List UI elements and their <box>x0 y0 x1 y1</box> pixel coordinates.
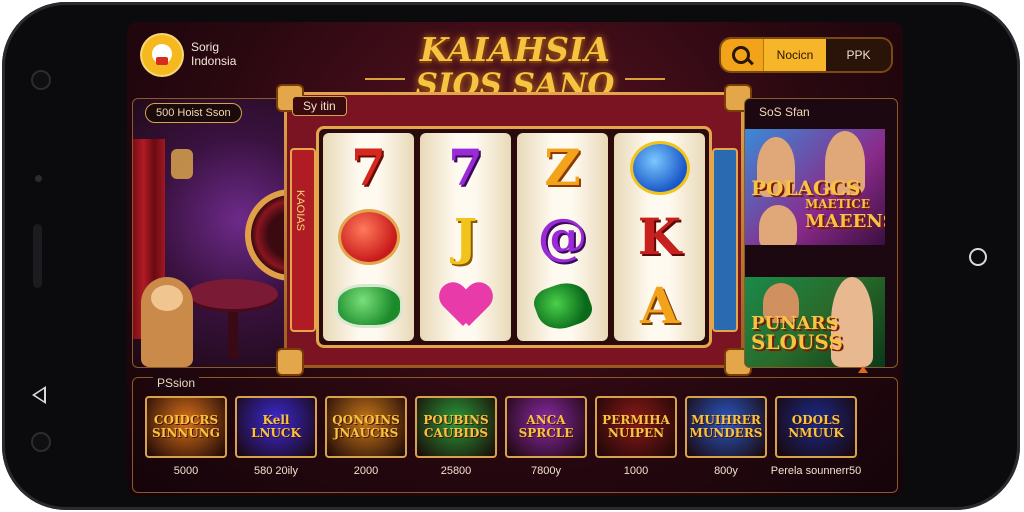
search-button[interactable]: PPK <box>826 39 891 71</box>
game-thumbnail[interactable]: MUIHRER MUNDERS <box>685 396 767 458</box>
monkey-mascot-icon <box>141 277 193 367</box>
slot-reel: 7 <box>323 133 414 341</box>
slot-reel: 7J <box>420 133 511 341</box>
title-flourish-right <box>625 78 665 80</box>
promo-1-line-2: MAETICE <box>805 197 870 211</box>
gem-red-symbol-icon <box>333 206 405 268</box>
reel-symbol: K <box>637 206 682 266</box>
corner-ornament-icon <box>278 350 302 374</box>
casino-scene-panel[interactable]: 500 Hoist Sson <box>132 98 286 368</box>
phone-frame: Sorig Indonsia KAIAHSIA SIOS SANO Nocicn… <box>2 2 1020 510</box>
games-list: COIDCRS SINNUNG 5000 Kell LNUCK 580 20ily QO… <box>145 396 861 477</box>
game-thumbnail[interactable]: PERMIHA NUIPEN <box>595 396 677 458</box>
heart-symbol-icon <box>430 275 502 337</box>
brand-line-1: Sorig <box>191 40 220 54</box>
gem-blue-symbol-icon <box>624 137 696 199</box>
heart-icon <box>441 284 491 328</box>
game-thumbnail[interactable]: Kell LNUCK <box>235 396 317 458</box>
gem-red-icon <box>340 211 397 262</box>
game-card[interactable]: QONOINS JNAUCRS 2000 <box>325 396 407 477</box>
promo-1-line-3: MAEENS <box>805 211 885 232</box>
volume-button[interactable] <box>33 224 42 288</box>
scroll-up-icon[interactable] <box>858 366 868 373</box>
reels-window[interactable]: 7 7 J Z @ K A <box>316 126 712 348</box>
search-bar[interactable]: Nocicn PPK <box>721 39 891 71</box>
slot-reel: KA <box>614 133 705 341</box>
search-icon[interactable] <box>721 39 763 71</box>
title-line-1: KAIAHSIA <box>419 30 611 69</box>
games-section-label: PSsion <box>153 376 200 390</box>
game-card[interactable]: ANCA SPRCLE 7800y <box>505 396 587 477</box>
game-thumbnail[interactable]: POUBINS CAUBIDS <box>415 396 497 458</box>
roulette-wheel-icon <box>245 189 285 281</box>
search-input[interactable]: Nocicn <box>763 39 826 71</box>
game-thumbnail[interactable]: ANCA SPRCLE <box>505 396 587 458</box>
table-leg <box>228 304 238 359</box>
reel-symbol: 7 <box>448 137 483 197</box>
promo-panel-title: SoS Sfan <box>759 105 810 119</box>
reel-symbol: A <box>640 276 679 336</box>
game-value: 1000 <box>623 465 649 477</box>
game-card[interactable]: PERMIHA NUIPEN 1000 <box>595 396 677 477</box>
game-thumbnail[interactable]: COIDCRS SINNUNG <box>145 396 227 458</box>
promo-banner-1[interactable]: POLAGCS MAETICE MAEENS <box>745 129 885 245</box>
game-thumbnail[interactable]: ODOLS NMUUK <box>775 396 857 458</box>
back-nav-icon[interactable] <box>32 386 46 404</box>
promo-panel[interactable]: SoS Sfan POLAGCS MAETICE MAEENS PUNARS S… <box>744 98 898 368</box>
game-card[interactable]: Kell LNUCK 580 20ily <box>235 396 317 477</box>
game-value: 2000 <box>353 465 379 477</box>
left-side-strip: KAOIAS <box>290 148 316 332</box>
promo-2-line-2: SLOUSS <box>751 330 843 354</box>
game-card[interactable]: COIDCRS SINNUNG 5000 <box>145 396 227 477</box>
games-section: PSsion COIDCRS SINNUNG 5000 Kell LNUCK 580 … <box>132 376 898 493</box>
gem-blue-icon <box>632 143 687 192</box>
slot-reel: Z @ <box>517 133 608 341</box>
brand-name: Sorig Indonsia <box>191 40 236 68</box>
right-side-strip <box>712 148 738 332</box>
app-screen: Sorig Indonsia KAIAHSIA SIOS SANO Nocicn… <box>127 22 903 496</box>
speaker-icon <box>31 432 51 452</box>
slot-machine[interactable]: Sy itin KAOIAS 7 7 J Z @ K A <box>278 86 750 374</box>
brand-line-2: Indonsia <box>191 54 237 68</box>
game-card[interactable]: POUBINS CAUBIDS 25800 <box>415 396 497 477</box>
reel-symbol: Z <box>544 137 581 197</box>
game-value: 800y <box>714 465 738 477</box>
gem-green-symbol-icon <box>333 275 405 337</box>
promo-1-line-1: POLAGCS <box>751 176 861 200</box>
casino-table <box>188 279 278 309</box>
game-value: 5000 <box>173 465 199 477</box>
brand-logo-icon[interactable] <box>142 35 182 75</box>
clover-symbol-icon <box>527 275 599 337</box>
hoist-pill-label[interactable]: 500 Hoist Sson <box>145 103 242 123</box>
game-card[interactable]: ODOLS NMUUK Perela sounnerr50 <box>771 396 861 477</box>
clover-icon <box>529 276 596 337</box>
reel-symbol: @ <box>537 206 588 266</box>
reel-symbol: 7 <box>351 137 386 197</box>
game-value: 580 20ily <box>253 465 299 477</box>
game-card[interactable]: MUIHRER MUNDERS 800y <box>685 396 767 477</box>
lantern-icon <box>171 149 193 179</box>
reel-symbol: J <box>453 206 478 266</box>
person-avatar <box>759 205 797 245</box>
sensor-dot <box>35 175 42 182</box>
camera-icon <box>31 70 51 90</box>
promo-banner-2[interactable]: PUNARS SLOUSS <box>745 277 885 367</box>
gem-green-icon <box>337 287 400 326</box>
left-strip-text: KAOIAS <box>294 190 306 231</box>
slot-tab-label[interactable]: Sy itin <box>292 96 347 116</box>
home-nav-icon[interactable] <box>969 248 987 266</box>
game-value: Perela sounnerr50 <box>770 465 862 477</box>
game-value: 25800 <box>440 465 472 477</box>
game-value: 7800y <box>531 465 561 477</box>
game-thumbnail[interactable]: QONOINS JNAUCRS <box>325 396 407 458</box>
